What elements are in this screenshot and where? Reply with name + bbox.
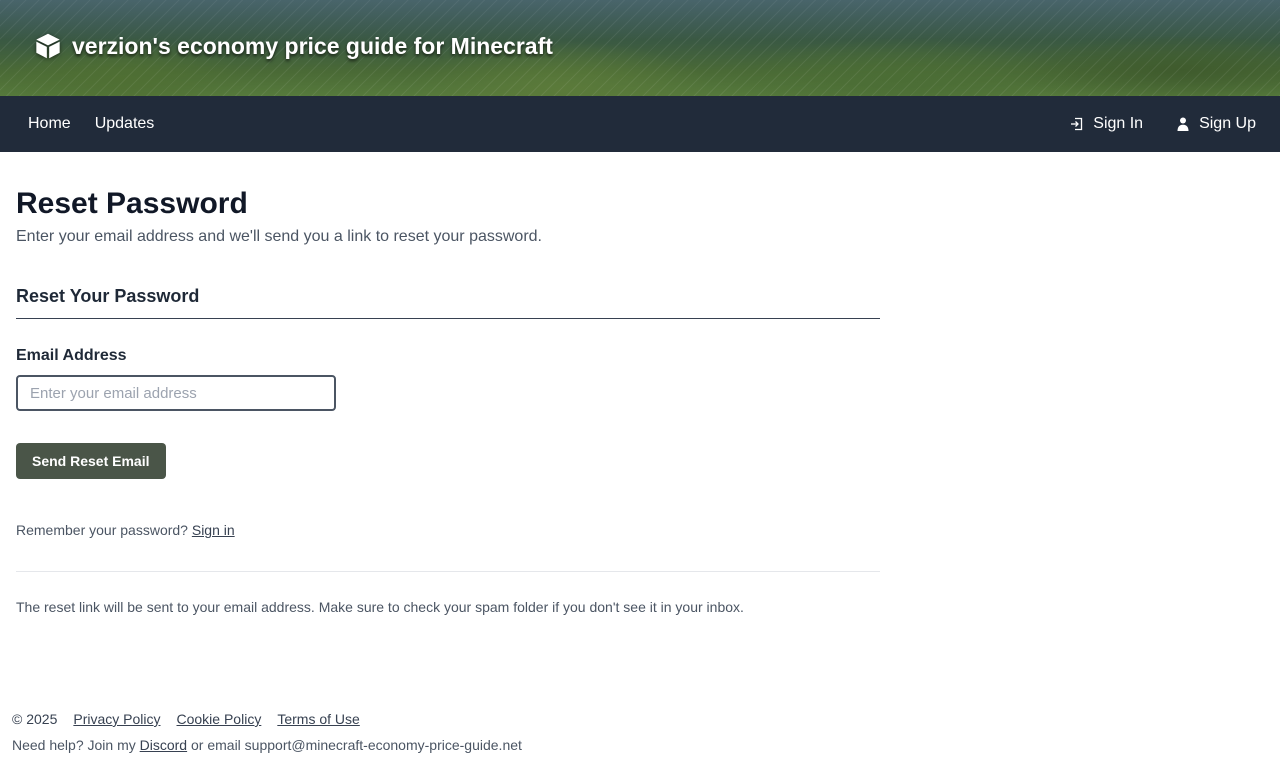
page-title: Reset Password (16, 187, 248, 220)
site-header-banner: verzion's economy price guide for Minecr… (0, 0, 1280, 96)
site-brand[interactable]: verzion's economy price guide for Minecr… (34, 32, 553, 60)
remember-password-text: Remember your password? (16, 522, 188, 538)
sign-in-icon (1071, 117, 1083, 131)
nav-home-link[interactable]: Home (16, 107, 83, 141)
user-icon (1177, 117, 1189, 131)
copyright: © 2025 (12, 711, 58, 727)
sign-in-label: Sign In (1093, 115, 1144, 132)
discord-link[interactable]: Discord (140, 737, 187, 753)
main-content: Reset Password Enter your email address … (0, 152, 880, 615)
send-reset-email-button[interactable]: Send Reset Email (16, 443, 166, 479)
cube-icon (36, 33, 60, 59)
privacy-policy-link[interactable]: Privacy Policy (73, 711, 160, 727)
footer-help-row: Need help? Join my Discord or email supp… (12, 737, 522, 753)
footer-links-row: © 2025 Privacy Policy Cookie Policy Term… (12, 711, 522, 727)
nav-left-group: Home Updates (16, 107, 1049, 141)
email-input[interactable] (16, 375, 336, 411)
cookie-policy-link[interactable]: Cookie Policy (177, 711, 262, 727)
reset-info-note: The reset link will be sent to your emai… (16, 599, 744, 615)
nav-sign-up-link[interactable]: Sign Up (1163, 107, 1268, 141)
sign-up-label: Sign Up (1199, 115, 1256, 132)
main-navigation: Home Updates Sign In Sign Up (0, 96, 1280, 152)
nav-sign-in-link[interactable]: Sign In (1057, 107, 1155, 141)
page-subtitle: Enter your email address and we'll send … (16, 228, 542, 245)
nav-updates-link[interactable]: Updates (83, 107, 167, 141)
help-suffix: or email support@minecraft-economy-price… (191, 737, 522, 753)
email-label: Email Address (16, 347, 127, 364)
help-prefix: Need help? Join my (12, 737, 136, 753)
nav-right-group: Sign In Sign Up (1049, 107, 1268, 141)
form-section-title: Reset Your Password (16, 286, 880, 319)
sign-in-link[interactable]: Sign in (192, 522, 235, 538)
terms-of-use-link[interactable]: Terms of Use (277, 711, 359, 727)
divider (16, 571, 880, 572)
remember-password-row: Remember your password? Sign in (16, 522, 864, 538)
reset-password-form: Reset Your Password Email Address Send R… (16, 286, 880, 479)
site-title: verzion's economy price guide for Minecr… (72, 32, 553, 59)
page-footer: © 2025 Privacy Policy Cookie Policy Term… (12, 711, 522, 753)
